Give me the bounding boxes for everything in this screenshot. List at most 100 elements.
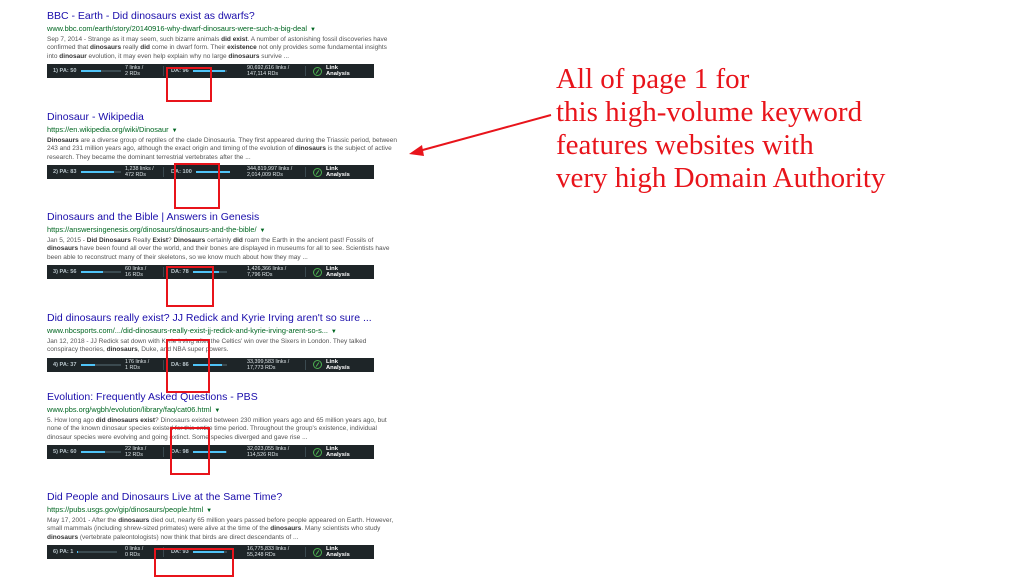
- da-highlight-box: [170, 427, 210, 475]
- pa-label: 5) PA: 60: [53, 449, 77, 456]
- divider: [305, 66, 306, 77]
- link-analysis-button[interactable]: Link Analysis: [313, 445, 350, 459]
- divider: [305, 267, 306, 278]
- callout-line: features websites with: [556, 129, 814, 161]
- pa-label: 4) PA: 37: [53, 361, 77, 368]
- result-snippet: May 17, 2001 - After the dinosaurs died …: [47, 517, 394, 541]
- page-rds-count: 0 RDs: [125, 552, 140, 559]
- page-authority: 1) PA: 50: [53, 64, 121, 78]
- page-authority: 5) PA: 60: [53, 445, 121, 459]
- page-links: 60 links / 16 RDs: [125, 265, 146, 279]
- result-snippet: Sep 7, 2014 - Strange as it may seem, su…: [47, 36, 388, 60]
- page-rds-count: 1 RDs: [125, 364, 140, 371]
- result-url-text: https://pubs.usgs.gov/gip/dinosaurs/peop…: [47, 505, 204, 514]
- domain-links: 16,775,833 links / 55,248 RDs: [247, 545, 289, 559]
- domain-rds-count: 7,796 RDs: [247, 272, 273, 279]
- divider: [163, 167, 164, 178]
- arrow-icon: [409, 114, 552, 156]
- result-snippet: 5. How long ago did dinosaurs exist? Din…: [47, 417, 387, 441]
- page-authority: 4) PA: 37: [53, 358, 121, 372]
- chevron-down-icon[interactable]: ▼: [310, 27, 316, 33]
- page-links: 0 links / 0 RDs: [125, 545, 143, 559]
- domain-links: 1,426,366 links / 7,796 RDs: [247, 265, 286, 279]
- divider: [305, 167, 306, 178]
- mozbar: 5) PA: 60 22 links / 12 RDs DA: 98 32,02…: [47, 445, 374, 460]
- pa-label: 6) PA: 1: [53, 549, 74, 556]
- domain-rds-count: 2,014,009 RDs: [247, 172, 283, 179]
- chevron-down-icon[interactable]: ▼: [214, 408, 220, 414]
- da-highlight-box: [154, 548, 234, 577]
- pa-bar: [80, 451, 121, 454]
- result-snippet: Jan 5, 2015 - Did Dinosaurs Really Exist…: [47, 237, 390, 261]
- domain-links: 33,399,583 links / 17,773 RDs: [247, 358, 289, 372]
- result-title-link[interactable]: Dinosaurs and the Bible | Answers in Gen…: [47, 211, 402, 224]
- domain-links: 344,819,997 links / 2,014,009 RDs: [247, 165, 292, 179]
- divider: [163, 66, 164, 77]
- callout-annotation: All of page 1 for this high-volume keywo…: [556, 63, 996, 195]
- link-analysis-button[interactable]: Link Analysis: [313, 64, 350, 78]
- result-url-text: https://en.wikipedia.org/wiki/Dinosaur: [47, 125, 169, 134]
- page-rds-count: 2 RDs: [125, 71, 140, 78]
- search-result: BBC - Earth - Did dinosaurs exist as dwa…: [47, 10, 402, 79]
- link-analysis-label: Analysis: [326, 272, 350, 279]
- chevron-down-icon[interactable]: ▼: [206, 508, 212, 514]
- pa-bar: [80, 171, 121, 174]
- link-analysis-button[interactable]: Link Analysis: [313, 265, 350, 279]
- result-snippet: Dinosaurs are a diverse group of reptile…: [47, 137, 397, 161]
- search-result: Did dinosaurs really exist? JJ Redick an…: [47, 312, 402, 372]
- chevron-down-icon[interactable]: ▼: [331, 329, 337, 335]
- result-url-text: https://answersingenesis.org/dinosaurs/d…: [47, 225, 257, 234]
- page-links: 22 links / 12 RDs: [125, 445, 146, 459]
- link-analysis-label: Analysis: [326, 364, 350, 371]
- link-analysis-button[interactable]: Link Analysis: [313, 165, 350, 179]
- link-analysis-label: Analysis: [326, 172, 350, 179]
- page-rds-count: 16 RDs: [125, 272, 143, 279]
- result-title-link[interactable]: BBC - Earth - Did dinosaurs exist as dwa…: [47, 10, 402, 23]
- link-analysis-button[interactable]: Link Analysis: [313, 358, 350, 372]
- result-title-link[interactable]: Did dinosaurs really exist? JJ Redick an…: [47, 312, 402, 325]
- result-url: https://en.wikipedia.org/wiki/Dinosaur ▼: [47, 125, 402, 136]
- result-url: https://pubs.usgs.gov/gip/dinosaurs/peop…: [47, 505, 402, 516]
- callout-line: All of page 1 for: [556, 63, 750, 95]
- da-highlight-box: [174, 163, 220, 209]
- compass-icon: [313, 447, 322, 457]
- page-links: 7 links / 2 RDs: [125, 64, 143, 78]
- divider: [163, 359, 164, 370]
- compass-icon: [313, 167, 322, 177]
- page-rds-count: 12 RDs: [125, 452, 143, 459]
- domain-rds-count: 147,114 RDs: [247, 71, 279, 78]
- result-url-text: www.bbc.com/earth/story/20140916-why-dwa…: [47, 24, 308, 33]
- result-url: https://answersingenesis.org/dinosaurs/d…: [47, 225, 402, 236]
- result-title-link[interactable]: Dinosaur - Wikipedia: [47, 111, 402, 124]
- pa-bar: [80, 271, 121, 274]
- link-analysis-button[interactable]: Link Analysis: [313, 545, 350, 559]
- domain-rds-count: 114,526 RDs: [247, 452, 279, 459]
- compass-icon: [313, 360, 322, 370]
- divider: [305, 447, 306, 458]
- pa-bar: [77, 551, 118, 554]
- mozbar: 4) PA: 37 176 links / 1 RDs DA: 86 33,39…: [47, 357, 374, 372]
- result-title-link[interactable]: Did People and Dinosaurs Live at the Sam…: [47, 491, 402, 504]
- domain-rds-count: 55,248 RDs: [247, 552, 276, 559]
- page-links: 1,238 links / 472 RDs: [125, 165, 154, 179]
- link-analysis-label: Analysis: [326, 452, 350, 459]
- chevron-down-icon[interactable]: ▼: [172, 128, 178, 134]
- page-authority: 6) PA: 1: [53, 545, 118, 559]
- pa-bar-fill: [80, 271, 103, 274]
- result-title-link[interactable]: Evolution: Frequently Asked Questions - …: [47, 391, 402, 404]
- domain-links-count: 33,399,583 links /: [247, 358, 290, 365]
- link-analysis-label: Analysis: [326, 71, 350, 78]
- result-url-text: www.nbcsports.com/.../did-dinosaurs-real…: [47, 326, 328, 335]
- compass-icon: [313, 267, 322, 277]
- pa-label: 3) PA: 56: [53, 269, 77, 276]
- search-result: Dinosaur - Wikipedia https://en.wikipedi…: [47, 111, 402, 180]
- page-authority: 3) PA: 56: [53, 265, 121, 279]
- page-links: 176 links / 1 RDs: [125, 358, 149, 372]
- compass-icon: [313, 547, 322, 557]
- page-rds-count: 472 RDs: [125, 172, 146, 179]
- divider: [163, 447, 164, 458]
- search-result: Evolution: Frequently Asked Questions - …: [47, 391, 402, 460]
- callout-line: very high Domain Authority: [556, 162, 886, 194]
- chevron-down-icon[interactable]: ▼: [260, 228, 266, 234]
- result-url-text: www.pbs.org/wgbh/evolution/library/faq/c…: [47, 405, 212, 414]
